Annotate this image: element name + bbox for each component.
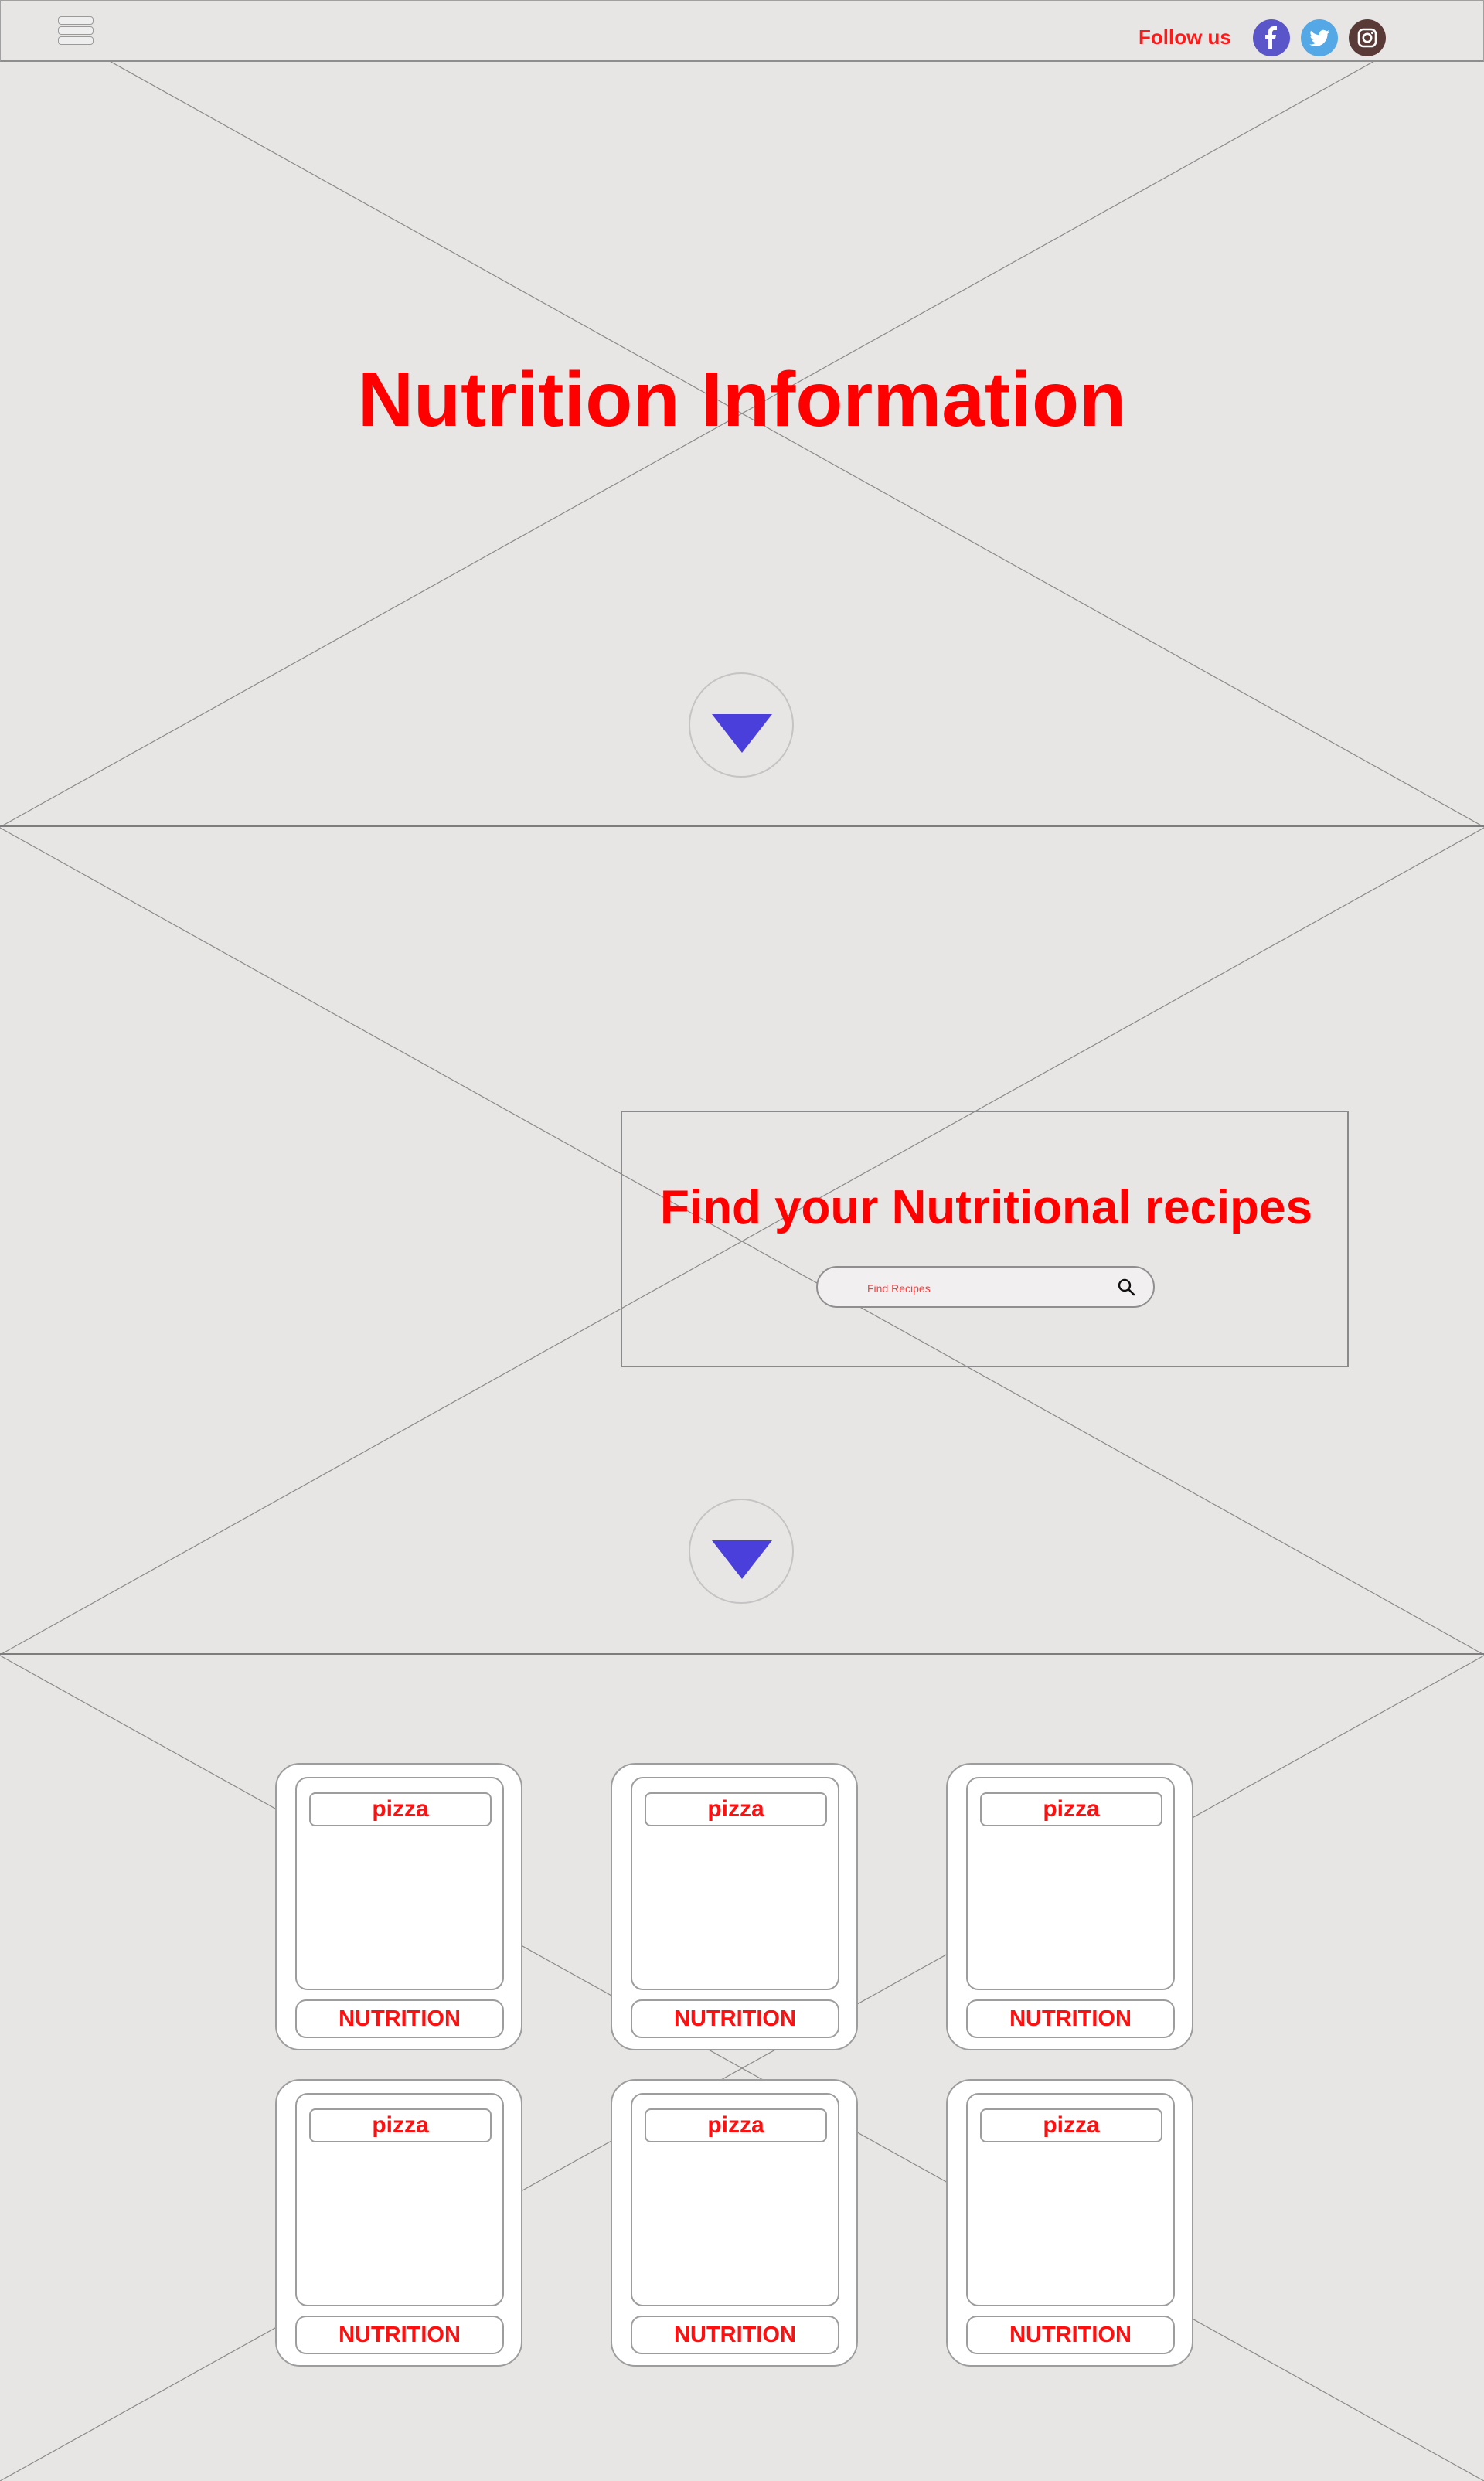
recipe-card-image: pizza <box>966 2093 1175 2306</box>
recipe-card[interactable]: pizza NUTRITION <box>275 1763 522 2050</box>
instagram-icon[interactable] <box>1349 19 1386 56</box>
recipe-card-image: pizza <box>966 1777 1175 1990</box>
recipe-card[interactable]: pizza NUTRITION <box>946 1763 1193 2050</box>
nutrition-button[interactable]: NUTRITION <box>295 1999 504 2038</box>
page-title: Nutrition Information <box>357 356 1127 443</box>
chevron-down-icon <box>712 714 772 753</box>
recipe-card-label: pizza <box>980 2108 1162 2142</box>
recipe-card-image: pizza <box>631 1777 839 1990</box>
twitter-icon[interactable] <box>1301 19 1338 56</box>
top-header: Follow us <box>0 0 1484 62</box>
nutrition-button[interactable]: NUTRITION <box>966 1999 1175 2038</box>
recipe-card[interactable]: pizza NUTRITION <box>275 2079 522 2367</box>
search-icon[interactable] <box>1116 1277 1138 1298</box>
recipe-card-image: pizza <box>295 1777 504 1990</box>
recipe-card-label: pizza <box>645 2108 827 2142</box>
nutrition-button[interactable]: NUTRITION <box>966 2316 1175 2354</box>
nutrition-button[interactable]: NUTRITION <box>631 1999 839 2038</box>
hamburger-menu-icon[interactable] <box>58 16 94 47</box>
recipe-card[interactable]: pizza NUTRITION <box>611 1763 858 2050</box>
follow-us-label: Follow us <box>1139 26 1231 49</box>
recipe-card[interactable]: pizza NUTRITION <box>946 2079 1193 2367</box>
facebook-icon[interactable] <box>1253 19 1290 56</box>
nutrition-button[interactable]: NUTRITION <box>295 2316 504 2354</box>
nutrition-button[interactable]: NUTRITION <box>631 2316 839 2354</box>
recipe-card-label: pizza <box>645 1792 827 1826</box>
finder-title: Find your Nutritional recipes <box>660 1181 1312 1234</box>
recipe-card-image: pizza <box>631 2093 839 2306</box>
recipe-card-label: pizza <box>309 1792 492 1826</box>
recipe-card-image: pizza <box>295 2093 504 2306</box>
search-input[interactable] <box>866 1277 1093 1300</box>
recipe-finder-panel: Find your Nutritional recipes <box>621 1111 1349 1367</box>
search-bar <box>816 1266 1155 1308</box>
recipe-card-label: pizza <box>980 1792 1162 1826</box>
recipe-card-label: pizza <box>309 2108 492 2142</box>
scroll-down-button[interactable] <box>689 672 794 778</box>
scroll-down-button-2[interactable] <box>689 1499 794 1604</box>
chevron-down-icon <box>712 1540 772 1579</box>
recipe-card[interactable]: pizza NUTRITION <box>611 2079 858 2367</box>
